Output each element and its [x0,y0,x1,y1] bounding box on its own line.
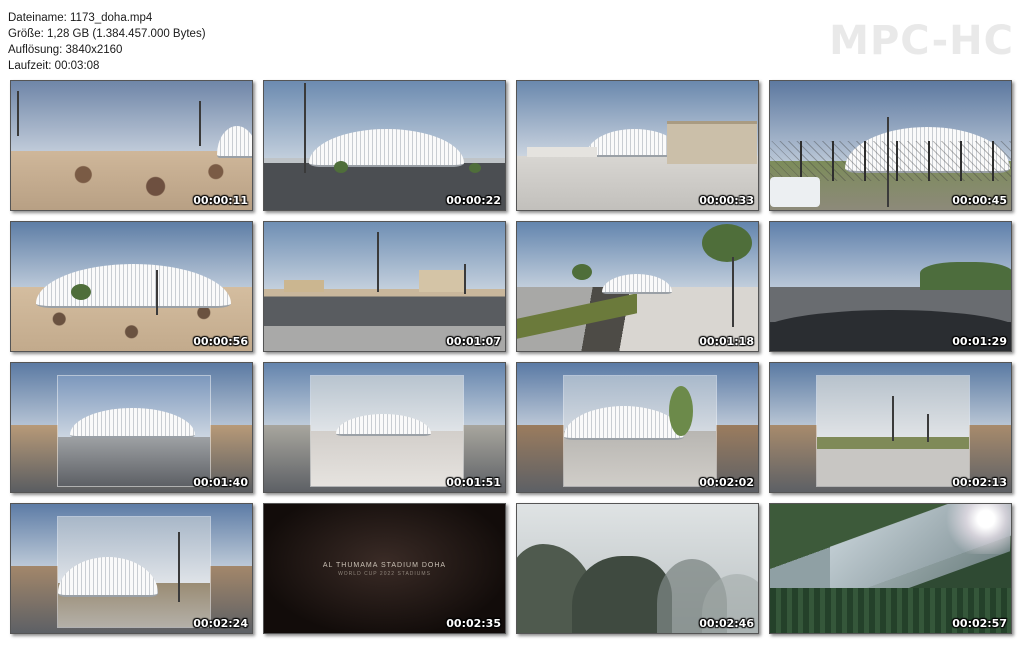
timestamp-label: 00:01:29 [952,335,1007,348]
thumbnail-image [517,222,758,351]
timestamp-label: 00:00:56 [193,335,248,348]
thumbnail-11[interactable]: 00:02:02 [516,362,759,493]
thumbnail-16[interactable]: 00:02:57 [769,503,1012,634]
thumbnail-grid: 00:00:11 00:00:22 00:00:33 00:00:45 00:0… [10,80,1012,634]
thumbnail-7[interactable]: 00:01:18 [516,221,759,352]
picture-in-picture-frame [563,375,717,487]
thumbnail-image [11,222,252,351]
thumbnail-12[interactable]: 00:02:13 [769,362,1012,493]
timestamp-label: 00:01:18 [699,335,754,348]
thumbnail-15[interactable]: 00:02:46 [516,503,759,634]
thumbnail-image [517,363,758,492]
thumbnail-image [11,504,252,633]
timestamp-label: 00:00:45 [952,194,1007,207]
title-card-subtitle: WORLD CUP 2022 STADIUMS [338,571,431,577]
thumbnail-image [11,363,252,492]
thumbnail-image [517,81,758,210]
thumbnail-image [770,222,1011,351]
timestamp-label: 00:02:35 [446,617,501,630]
duration-line: Laufzeit: 00:03:08 [8,60,100,72]
thumbnail-5[interactable]: 00:00:56 [10,221,253,352]
timestamp-label: 00:00:22 [446,194,501,207]
thumbnail-13[interactable]: 00:02:24 [10,503,253,634]
thumbnail-image [264,363,505,492]
thumbnail-image [770,363,1011,492]
thumbnail-10[interactable]: 00:01:51 [263,362,506,493]
thumbnail-image [770,504,1011,633]
timestamp-label: 00:01:40 [193,476,248,489]
timestamp-label: 00:01:07 [446,335,501,348]
thumbnail-image [264,81,505,210]
file-name-line: Dateiname: 1173_doha.mp4 [8,12,153,24]
thumbnail-2[interactable]: 00:00:22 [263,80,506,211]
timestamp-label: 00:02:24 [193,617,248,630]
thumbnail-4[interactable]: 00:00:45 [769,80,1012,211]
picture-in-picture-frame [816,375,970,487]
title-card-text: AL THUMAMA STADIUM DOHA WORLD CUP 2022 S… [264,562,505,577]
picture-in-picture-frame [310,375,464,487]
thumbnail-image [517,504,758,633]
thumbnail-image [770,81,1011,210]
thumbnail-14[interactable]: AL THUMAMA STADIUM DOHA WORLD CUP 2022 S… [263,503,506,634]
timestamp-label: 00:02:57 [952,617,1007,630]
thumbnail-8[interactable]: 00:01:29 [769,221,1012,352]
thumbnail-6[interactable]: 00:01:07 [263,221,506,352]
thumbnail-3[interactable]: 00:00:33 [516,80,759,211]
mpc-hc-logo: MPC-HC [829,18,1014,64]
thumbnail-1[interactable]: 00:00:11 [10,80,253,211]
timestamp-label: 00:02:46 [699,617,754,630]
timestamp-label: 00:00:33 [699,194,754,207]
picture-in-picture-frame [57,516,211,628]
timestamp-label: 00:02:13 [952,476,1007,489]
thumbnail-image [264,222,505,351]
timestamp-label: 00:00:11 [193,194,248,207]
file-info-panel: Dateiname: 1173_doha.mp4 Größe: 1,28 GB … [8,10,206,74]
thumbnail-image [11,81,252,210]
thumbnail-9[interactable]: 00:01:40 [10,362,253,493]
picture-in-picture-frame [57,375,211,487]
title-card-title: AL THUMAMA STADIUM DOHA [322,562,447,569]
file-size-line: Größe: 1,28 GB (1.384.457.000 Bytes) [8,28,206,40]
thumbnail-image: AL THUMAMA STADIUM DOHA WORLD CUP 2022 S… [264,504,505,633]
timestamp-label: 00:02:02 [699,476,754,489]
resolution-line: Auflösung: 3840x2160 [8,44,123,56]
timestamp-label: 00:01:51 [446,476,501,489]
